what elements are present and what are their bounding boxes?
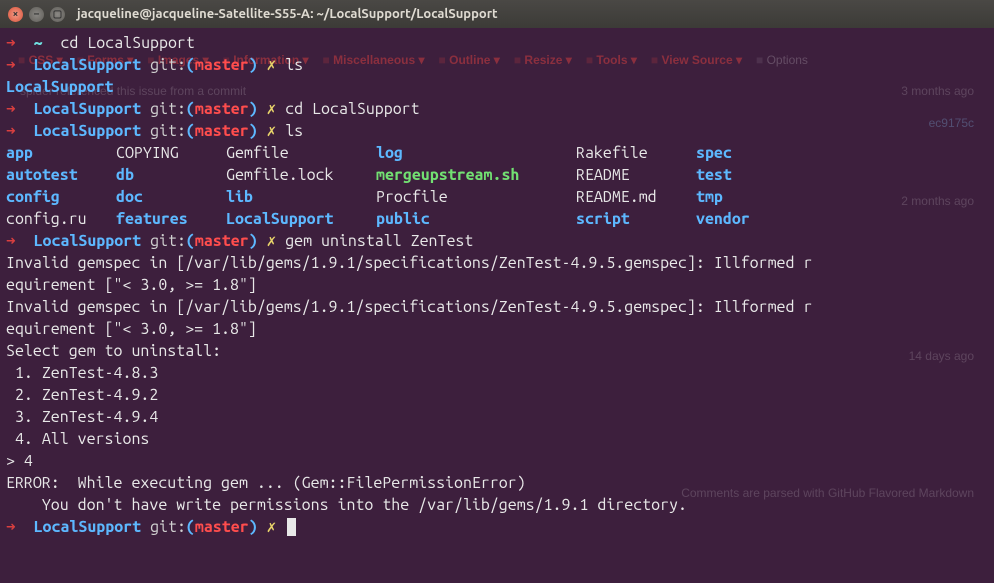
ls-item: Gemfile [226,142,376,164]
prompt-cwd: ~ [34,34,43,52]
prompt-line-active[interactable]: ➜ LocalSupport git:(master) ✗ [6,516,988,538]
window-titlebar: × – ▢ jacqueline@jacqueline-Satellite-S5… [0,0,994,28]
ls-item: config.ru [6,208,116,230]
prompt-arrow-icon: ➜ [6,34,16,52]
gem-output: Invalid gemspec in [/var/lib/gems/1.9.1/… [6,296,988,318]
ls-output-grid: app COPYING Gemfile log Rakefile spec au… [6,142,988,230]
prompt-repo: LocalSupport [34,232,142,250]
command: cd LocalSupport [285,100,419,118]
ls-item: COPYING [116,142,226,164]
ls-item: Rakefile [576,142,696,164]
gem-output: Invalid gemspec in [/var/lib/gems/1.9.1/… [6,252,988,274]
prompt-repo: LocalSupport [34,122,142,140]
ls-item: log [376,142,576,164]
ls-item: config [6,186,116,208]
command: ls [285,122,303,140]
prompt-repo: LocalSupport [34,518,142,536]
maximize-button[interactable]: ▢ [50,7,65,22]
command: cd LocalSupport [60,34,194,52]
prompt-line: ➜ LocalSupport git:(master) ✗ ls [6,120,988,142]
prompt-arrow-icon: ➜ [6,122,16,140]
ls-item: public [376,208,576,230]
prompt-arrow-icon: ➜ [6,56,16,74]
ls-item: test [696,164,988,186]
gem-output: equirement ["< 3.0, >= 1.8"] [6,274,988,296]
prompt-dirty-icon: ✗ [267,56,277,74]
ls-output: LocalSupport [6,76,988,98]
prompt-line: ➜ LocalSupport git:(master) ✗ ls [6,54,988,76]
command: gem uninstall ZenTest [285,232,473,250]
gem-output: Select gem to uninstall: [6,340,988,362]
ls-item: doc [116,186,226,208]
cursor-icon [287,518,296,536]
ls-item: script [576,208,696,230]
ls-item: LocalSupport [226,208,376,230]
ls-item: Procfile [376,186,576,208]
gem-error: ERROR: While executing gem ... (Gem::Fil… [6,472,988,494]
ls-item: vendor [696,208,988,230]
command: ls [285,56,303,74]
ls-item: lib [226,186,376,208]
prompt-branch: master [195,56,249,74]
gem-option: 4. All versions [6,428,988,450]
ls-item: README.md [576,186,696,208]
prompt-repo: LocalSupport [34,56,142,74]
gem-output: equirement ["< 3.0, >= 1.8"] [6,318,988,340]
window-buttons: × – ▢ [8,7,65,22]
ls-item: db [116,164,226,186]
prompt-git: git: [150,56,186,74]
ls-item: app [6,142,116,164]
close-button[interactable]: × [8,7,23,22]
prompt-line: ➜ ~ cd LocalSupport [6,32,988,54]
prompt-arrow-icon: ➜ [6,100,16,118]
gem-option: 1. ZenTest-4.8.3 [6,362,988,384]
prompt-arrow-icon: ➜ [6,232,16,250]
gem-option: 3. ZenTest-4.9.4 [6,406,988,428]
ls-item: features [116,208,226,230]
ls-item: spec [696,142,988,164]
prompt-repo: LocalSupport [34,100,142,118]
window-title: jacqueline@jacqueline-Satellite-S55-A: ~… [77,3,498,25]
ls-item: README [576,164,696,186]
prompt-arrow-icon: ➜ [6,518,16,536]
ls-item: Gemfile.lock [226,164,376,186]
gem-input: > 4 [6,450,988,472]
ls-item: mergeupstream.sh [376,164,576,186]
minimize-button[interactable]: – [29,7,44,22]
ls-item: tmp [696,186,988,208]
terminal-output[interactable]: ➜ ~ cd LocalSupport ➜ LocalSupport git:(… [0,28,994,542]
gem-error: You don't have write permissions into th… [6,494,988,516]
gem-option: 2. ZenTest-4.9.2 [6,384,988,406]
prompt-line: ➜ LocalSupport git:(master) ✗ gem uninst… [6,230,988,252]
prompt-line: ➜ LocalSupport git:(master) ✗ cd LocalSu… [6,98,988,120]
ls-item: autotest [6,164,116,186]
